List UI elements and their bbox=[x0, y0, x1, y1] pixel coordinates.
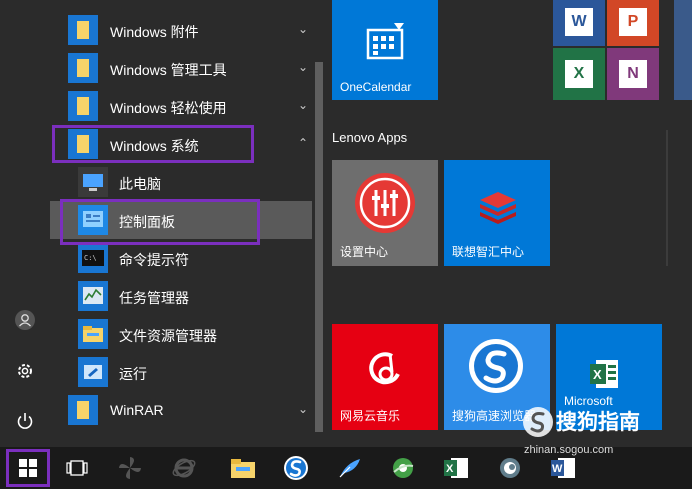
scrollbar-thumb[interactable] bbox=[315, 62, 323, 432]
tile-label: OneCalendar bbox=[340, 80, 412, 94]
tile-label: 联想智汇中心 bbox=[452, 245, 525, 259]
user-icon[interactable] bbox=[9, 304, 41, 336]
app-label: WinRAR bbox=[110, 402, 164, 418]
app-list-scrollbar[interactable] bbox=[312, 0, 326, 447]
chevron-down-icon: ⌄ bbox=[297, 98, 308, 112]
tile-settings-center[interactable]: 设置中心 bbox=[332, 160, 438, 266]
netease-music-icon bbox=[368, 350, 404, 393]
windows-logo-icon bbox=[19, 459, 37, 477]
sogou-watermark: 搜狗指南 zhinan.sogou.com bbox=[516, 400, 692, 460]
tile-netease-music[interactable]: 网易云音乐 bbox=[332, 324, 438, 430]
task-manager-icon bbox=[78, 281, 108, 311]
feather-app-icon[interactable] bbox=[331, 451, 369, 485]
tile-partial[interactable] bbox=[666, 130, 692, 266]
control-panel-icon bbox=[78, 205, 108, 235]
power-icon[interactable] bbox=[9, 405, 41, 437]
app-list-item-windows-system[interactable]: Windows 系统 ⌃ bbox=[50, 125, 312, 163]
svg-text:C:\: C:\ bbox=[84, 254, 97, 262]
folder-icon bbox=[68, 129, 98, 159]
app-label: 运行 bbox=[119, 366, 147, 382]
pinwheel-app-icon[interactable] bbox=[111, 451, 149, 485]
sogou-logo-icon bbox=[522, 406, 554, 443]
folder-icon bbox=[68, 53, 98, 83]
tile-onecalendar[interactable]: OneCalendar bbox=[332, 0, 438, 100]
chevron-down-icon: ⌄ bbox=[297, 60, 308, 74]
sogou-browser-icon bbox=[468, 338, 524, 397]
svg-text:W: W bbox=[552, 463, 563, 475]
app-label: Windows 轻松使用 bbox=[110, 100, 227, 116]
tile-photo-partial[interactable] bbox=[674, 0, 692, 100]
app-list-item-windows-admin-tools[interactable]: Windows 管理工具 ⌄ bbox=[50, 49, 312, 87]
app-list-item-windows-accessories[interactable]: Windows 附件 ⌄ bbox=[50, 11, 312, 49]
app-label: 文件资源管理器 bbox=[119, 328, 217, 344]
run-icon bbox=[78, 357, 108, 387]
app-list-item-this-pc[interactable]: 此电脑 bbox=[50, 163, 312, 201]
app-list-item-file-explorer[interactable]: 文件资源管理器 bbox=[50, 315, 312, 353]
settings-center-icon bbox=[354, 172, 416, 237]
onenote-icon: N bbox=[619, 60, 647, 88]
excel-taskbar-icon[interactable]: X bbox=[437, 451, 475, 485]
tile-group-label: Lenovo Apps bbox=[332, 130, 408, 145]
tile-excel[interactable]: X bbox=[553, 48, 605, 100]
word-icon: W bbox=[565, 8, 593, 36]
app-list-item-control-panel[interactable]: 控制面板 bbox=[50, 201, 312, 239]
app-list-item-windows-ease-of-access[interactable]: Windows 轻松使用 ⌄ bbox=[50, 87, 312, 125]
sogou-browser-taskbar-icon[interactable] bbox=[277, 451, 315, 485]
terminal-icon: C:\ bbox=[78, 243, 108, 273]
app-list-item-task-manager[interactable]: 任务管理器 bbox=[50, 277, 312, 315]
app-label: Windows 系统 bbox=[110, 138, 199, 154]
powerpoint-icon: P bbox=[619, 8, 647, 36]
tile-word[interactable]: W bbox=[553, 0, 605, 46]
folder-icon bbox=[78, 319, 108, 349]
svg-text:X: X bbox=[446, 463, 454, 475]
tile-label: 网易云音乐 bbox=[340, 409, 401, 423]
start-rail bbox=[0, 0, 50, 447]
tile-onenote[interactable]: N bbox=[607, 48, 659, 100]
watermark-brand: 搜狗指南 bbox=[556, 411, 640, 434]
chevron-down-icon: ⌄ bbox=[297, 22, 308, 36]
app-label: Windows 附件 bbox=[110, 24, 199, 40]
folder-icon bbox=[68, 15, 98, 45]
tile-powerpoint[interactable]: P bbox=[607, 0, 659, 46]
app-label: 此电脑 bbox=[119, 176, 161, 192]
calendar-icon bbox=[366, 22, 406, 65]
chevron-up-icon: ⌃ bbox=[297, 136, 308, 150]
app-list-item-winrar[interactable]: WinRAR ⌄ bbox=[50, 391, 312, 429]
app-label: 任务管理器 bbox=[119, 290, 189, 306]
app-label: 控制面板 bbox=[119, 214, 175, 230]
tile-lenovo-center[interactable]: 联想智汇中心 bbox=[444, 160, 550, 266]
task-view-icon[interactable] bbox=[58, 451, 96, 485]
app-label: 命令提示符 bbox=[119, 252, 189, 268]
excel-icon: X bbox=[590, 358, 620, 393]
watermark-url: zhinan.sogou.com bbox=[524, 444, 614, 456]
folder-icon bbox=[68, 91, 98, 121]
app-label: Windows 管理工具 bbox=[110, 62, 227, 78]
start-menu-screen: Windows 附件 ⌄ Windows 管理工具 ⌄ Windows 轻松使用… bbox=[0, 0, 692, 489]
gear-icon[interactable] bbox=[9, 355, 41, 387]
app-list: Windows 附件 ⌄ Windows 管理工具 ⌄ Windows 轻松使用… bbox=[50, 0, 312, 447]
internet-explorer-icon[interactable] bbox=[165, 451, 203, 485]
excel-icon: X bbox=[565, 60, 593, 88]
lenovo-center-icon bbox=[478, 190, 518, 227]
file-explorer-taskbar-icon[interactable] bbox=[224, 451, 262, 485]
folder-icon bbox=[68, 395, 98, 425]
green-browser-icon[interactable] bbox=[384, 451, 422, 485]
start-button[interactable] bbox=[6, 449, 50, 487]
app-list-item-command-prompt[interactable]: C:\ 命令提示符 bbox=[50, 239, 312, 277]
tiles-area: OneCalendar W P X N Lenovo Apps 设置中心 联想智… bbox=[326, 0, 692, 447]
svg-text:X: X bbox=[593, 367, 602, 382]
computer-icon bbox=[78, 167, 108, 197]
app-list-item-run[interactable]: 运行 bbox=[50, 353, 312, 391]
tile-label: 设置中心 bbox=[340, 245, 389, 259]
chevron-down-icon: ⌄ bbox=[297, 402, 308, 416]
